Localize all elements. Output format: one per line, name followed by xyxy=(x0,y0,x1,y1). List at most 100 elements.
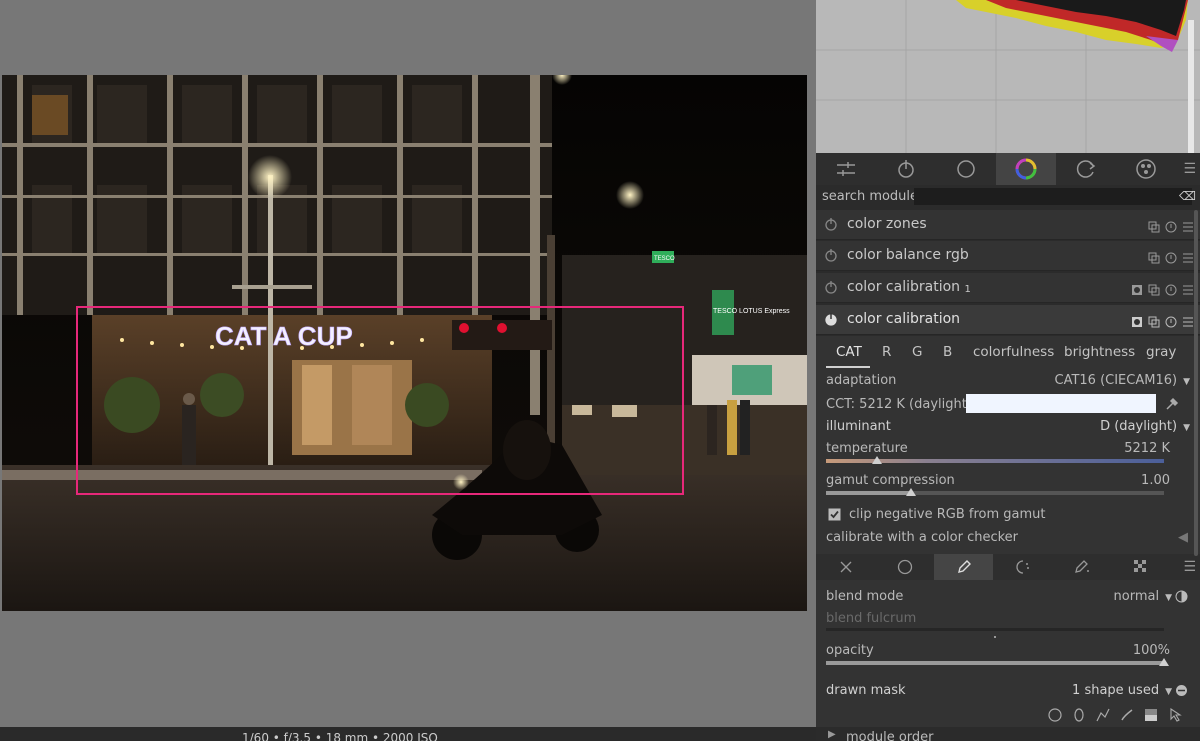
instance-icon[interactable] xyxy=(1148,218,1160,233)
color-checker-section[interactable]: calibrate with a color checker ◀ xyxy=(826,530,1188,545)
power-icon[interactable] xyxy=(824,217,838,231)
reset-icon[interactable] xyxy=(1165,313,1177,328)
tab-r[interactable]: R xyxy=(882,344,891,360)
tab-colorfulness[interactable]: colorfulness xyxy=(973,344,1054,360)
checkbox-checked-icon[interactable] xyxy=(828,508,841,521)
blend-mask-tabs: ☰ xyxy=(816,554,1200,580)
brush-shape-icon[interactable] xyxy=(1120,708,1134,722)
fulcrum-track[interactable] xyxy=(826,628,1164,631)
module-header-color-calibration[interactable]: color calibration xyxy=(816,305,1200,335)
group-active-modules[interactable] xyxy=(816,153,876,185)
module-order-label: module order xyxy=(846,730,934,741)
group-effect[interactable] xyxy=(1116,153,1176,185)
drawn-mask-row[interactable]: drawn mask 1 shape used ▼ xyxy=(826,683,1187,698)
dropdown-arrow-icon: ▼ xyxy=(1183,423,1190,433)
uniform-mask-tab[interactable] xyxy=(875,554,934,580)
presets-menu-icon[interactable] xyxy=(1182,218,1194,232)
reset-icon[interactable] xyxy=(1165,249,1177,264)
blend-mode-value: normal xyxy=(1113,589,1160,604)
group-menu-icon[interactable]: ☰ xyxy=(1183,161,1196,177)
opacity-thumb[interactable] xyxy=(1159,658,1169,666)
opacity-slider[interactable]: opacity 100% xyxy=(826,643,1182,658)
blend-mode-combobox[interactable]: blend mode normal ▼ xyxy=(826,589,1188,604)
circle-shape-icon[interactable] xyxy=(1048,708,1062,722)
blend-mode-label: blend mode xyxy=(826,589,904,604)
clear-search-icon[interactable]: ⌫ xyxy=(1179,189,1196,203)
street-photo: CAT A CUP TESCO LOTUS Express TESCO xyxy=(2,75,807,611)
gamut-value: 1.00 xyxy=(1141,473,1170,488)
power-icon xyxy=(898,160,914,178)
collapse-arrow-icon[interactable]: ◀ xyxy=(1178,530,1188,545)
tab-g[interactable]: G xyxy=(912,344,922,360)
group-color[interactable] xyxy=(996,153,1056,185)
temperature-slider[interactable]: temperature 5212 K xyxy=(826,441,1182,456)
gamut-fill xyxy=(826,491,911,495)
power-icon[interactable] xyxy=(824,312,838,326)
presets-menu-icon[interactable] xyxy=(1182,249,1194,263)
tab-gray[interactable]: gray xyxy=(1146,344,1176,360)
reset-icon[interactable] xyxy=(1165,281,1177,296)
drawn-parametric-mask-tab[interactable] xyxy=(1052,554,1111,580)
drawn-parametric-icon xyxy=(1074,560,1089,573)
power-icon[interactable] xyxy=(824,280,838,294)
drawn-mask-value: 1 shape used xyxy=(1072,683,1160,698)
instance-icon[interactable] xyxy=(1148,313,1160,328)
gradient-shape-icon[interactable] xyxy=(1144,708,1158,722)
temperature-label: temperature xyxy=(826,441,908,456)
adaptation-combobox[interactable]: adaptation CAT16 (CIECAM16) ▼ xyxy=(826,373,1190,388)
path-shape-icon[interactable] xyxy=(1096,708,1110,722)
clip-label: clip negative RGB from gamut xyxy=(849,507,1046,522)
invert-blend-icon[interactable] xyxy=(1175,590,1188,603)
ellipse-shape-icon[interactable] xyxy=(1072,708,1086,722)
blend-menu-icon[interactable]: ☰ xyxy=(1183,559,1196,575)
module-header-color-balance-rgb[interactable]: color balance rgb xyxy=(816,241,1200,271)
gamut-thumb[interactable] xyxy=(905,488,916,496)
dropdown-arrow-icon: ▼ xyxy=(1165,687,1172,697)
edit-shapes-icon[interactable] xyxy=(1168,708,1182,722)
rotate-icon xyxy=(1076,160,1096,178)
raster-mask-tab[interactable] xyxy=(1111,554,1170,580)
mask-off-tab[interactable] xyxy=(816,554,875,580)
presets-menu-icon[interactable] xyxy=(1182,281,1194,295)
presets-menu-icon[interactable] xyxy=(1182,313,1194,327)
checker-label: calibrate with a color checker xyxy=(826,530,1019,545)
opacity-label: opacity xyxy=(826,643,874,658)
bottom-toolbar: 1/60 • f/3.5 • 18 mm • 2000 ISO xyxy=(0,727,816,741)
module-order-row[interactable]: ▶ module order xyxy=(816,727,1200,741)
histogram[interactable] xyxy=(816,0,1200,153)
drawn-mask-tab[interactable] xyxy=(934,554,993,580)
reset-icon[interactable] xyxy=(1165,218,1177,233)
blend-fulcrum-slider[interactable]: blend fulcrum xyxy=(826,611,1182,626)
mask-indicator-icon[interactable] xyxy=(1131,313,1143,327)
search-module-input[interactable] xyxy=(914,188,1192,205)
fulcrum-marker xyxy=(994,636,996,638)
histogram-plot xyxy=(816,0,1200,153)
mask-indicator-icon[interactable] xyxy=(1131,281,1143,295)
module-header-color-zones[interactable]: color zones xyxy=(816,210,1200,240)
checker-icon xyxy=(1133,560,1146,572)
panel-scrollbar[interactable] xyxy=(1194,210,1198,556)
instance-icon[interactable] xyxy=(1148,281,1160,296)
color-wheel-icon xyxy=(1015,158,1037,180)
mask-visibility-icon[interactable] xyxy=(1175,684,1188,697)
group-correct[interactable] xyxy=(1056,153,1116,185)
search-label: search module xyxy=(822,189,919,204)
tab-brightness[interactable]: brightness xyxy=(1064,344,1135,360)
blending-body: blend mode normal ▼ blend fulcrum opacity… xyxy=(816,580,1200,741)
tab-b[interactable]: B xyxy=(943,344,952,360)
group-base[interactable] xyxy=(876,153,936,185)
group-tone[interactable] xyxy=(936,153,996,185)
exif-info: 1/60 • f/3.5 • 18 mm • 2000 ISO xyxy=(242,731,438,741)
illuminant-combobox[interactable]: illuminant D (daylight) ▼ xyxy=(826,419,1190,434)
center-view: CAT A CUP TESCO LOTUS Express TESCO xyxy=(0,0,816,727)
gamut-compression-slider[interactable]: gamut compression 1.00 xyxy=(826,473,1182,488)
color-picker-icon[interactable] xyxy=(1164,396,1180,412)
module-header-color-calibration-1[interactable]: color calibration 1 xyxy=(816,273,1200,303)
power-icon[interactable] xyxy=(824,248,838,262)
instance-icon[interactable] xyxy=(1148,249,1160,264)
photo-canvas[interactable]: CAT A CUP TESCO LOTUS Express TESCO xyxy=(2,75,807,611)
temperature-thumb[interactable] xyxy=(871,456,882,464)
parametric-mask-tab[interactable] xyxy=(993,554,1052,580)
color-calibration-body: CAT R G B colorfulness brightness gray a… xyxy=(816,336,1200,554)
tab-cat[interactable]: CAT xyxy=(836,344,862,360)
